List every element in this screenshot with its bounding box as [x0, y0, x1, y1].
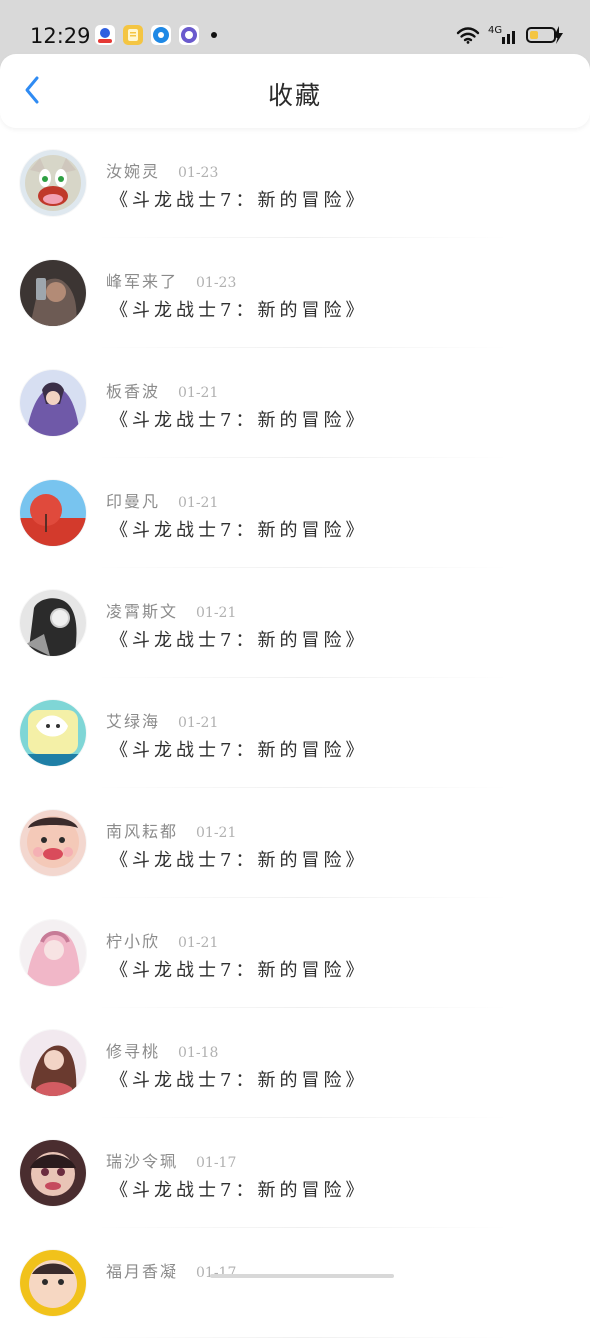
item-title: 《斗龙战士7：新的冒险》: [110, 850, 368, 871]
notification-dot: [211, 32, 217, 38]
item-date: 01-21: [178, 935, 219, 951]
favorite-item-5[interactable]: 凌霄斯文 01-21 《斗龙战士7：新的冒险》: [0, 568, 590, 678]
favorite-item-7[interactable]: 南风耘都 01-21 《斗龙战士7：新的冒险》: [0, 788, 590, 898]
page-header: 收藏: [0, 54, 590, 128]
item-meta: 修寻桃 01-18: [106, 1038, 218, 1062]
item-title: 《斗龙战士7：新的冒险》: [110, 190, 368, 211]
item-date: 01-21: [178, 495, 219, 511]
favorite-item-10[interactable]: 瑞沙令珮 01-17 《斗龙战士7：新的冒险》: [0, 1118, 590, 1228]
item-title: 《斗龙战士7：新的冒险》: [110, 300, 368, 321]
favorite-item-2[interactable]: 峰军来了 01-23 《斗龙战士7：新的冒险》: [0, 238, 590, 348]
item-meta: 板香波 01-21: [106, 378, 218, 402]
user-name: 峰军来了: [106, 272, 179, 291]
user-name: 福月香凝: [106, 1262, 179, 1281]
home-indicator: [210, 1274, 394, 1278]
avatar: [20, 1140, 86, 1206]
item-date: 01-23: [178, 165, 219, 181]
item-date: 01-23: [196, 275, 237, 291]
user-name: 修寻桃: [106, 1042, 161, 1061]
avatar: [20, 150, 86, 216]
item-meta: 汝婉灵 01-23: [106, 158, 218, 182]
item-meta: 福月香凝 01-17: [106, 1258, 236, 1282]
user-name: 瑞沙令珮: [106, 1152, 179, 1171]
avatar: [20, 810, 86, 876]
status-app-icons: [95, 25, 217, 45]
avatar: [20, 1250, 86, 1316]
item-meta: 凌霄斯文 01-21: [106, 598, 236, 622]
item-meta: 印曼凡 01-21: [106, 488, 218, 512]
item-date: 01-17: [196, 1155, 237, 1171]
item-meta: 瑞沙令珮 01-17: [106, 1148, 236, 1172]
item-title: 《斗龙战士7：新的冒险》: [110, 410, 368, 431]
user-name: 板香波: [106, 382, 161, 401]
user-name: 南风耘都: [106, 822, 179, 841]
user-name: 印曼凡: [106, 492, 161, 511]
avatar: [20, 480, 86, 546]
item-title: 《斗龙战士7：新的冒险》: [110, 1070, 368, 1091]
item-date: 01-17: [196, 1265, 237, 1281]
avatar: [20, 700, 86, 766]
item-date: 01-21: [196, 605, 237, 621]
favorite-item-6[interactable]: 艾绿海 01-21 《斗龙战士7：新的冒险》: [0, 678, 590, 788]
notes-app-icon: [123, 25, 143, 45]
avatar: [20, 920, 86, 986]
avatar: [20, 590, 86, 656]
favorite-item-9[interactable]: 修寻桃 01-18 《斗龙战士7：新的冒险》: [0, 1008, 590, 1118]
battery-icon: [526, 26, 563, 44]
avatar: [20, 370, 86, 436]
favorite-item-8[interactable]: 柠小欣 01-21 《斗龙战士7：新的冒险》: [0, 898, 590, 1008]
item-date: 01-21: [178, 715, 219, 731]
signal-icon: 4G: [488, 25, 518, 45]
favorites-list: 汝婉灵 01-23 《斗龙战士7：新的冒险》 峰军来了 01-23 《斗龙战士7…: [0, 128, 590, 1338]
status-right: 4G: [456, 25, 564, 45]
user-name: 汝婉灵: [106, 162, 161, 181]
favorite-item-1[interactable]: 汝婉灵 01-23 《斗龙战士7：新的冒险》: [0, 128, 590, 238]
item-meta: 柠小欣 01-21: [106, 928, 218, 952]
item-meta: 艾绿海 01-21: [106, 708, 218, 732]
item-meta: 峰军来了 01-23: [106, 268, 236, 292]
item-title: 《斗龙战士7：新的冒险》: [110, 520, 368, 541]
item-title: 《斗龙战士7：新的冒险》: [110, 1180, 368, 1201]
browser-app-icon: [151, 25, 171, 45]
avatar: [20, 260, 86, 326]
item-meta: 南风耘都 01-21: [106, 818, 236, 842]
avatar: [20, 1030, 86, 1096]
item-title: 《斗龙战士7：新的冒险》: [110, 630, 368, 651]
item-date: 01-18: [178, 1045, 219, 1061]
user-name: 柠小欣: [106, 932, 161, 951]
baidu-app-icon: [95, 25, 115, 45]
camera-app-icon: [179, 25, 199, 45]
wifi-icon: [456, 27, 480, 44]
user-name: 艾绿海: [106, 712, 161, 731]
item-title: 《斗龙战士7：新的冒险》: [110, 960, 368, 981]
favorite-item-4[interactable]: 印曼凡 01-21 《斗龙战士7：新的冒险》: [0, 458, 590, 568]
user-name: 凌霄斯文: [106, 602, 179, 621]
item-title: 《斗龙战士7：新的冒险》: [110, 740, 368, 761]
favorite-item-11[interactable]: 福月香凝 01-17: [0, 1228, 590, 1338]
item-date: 01-21: [196, 825, 237, 841]
favorite-item-3[interactable]: 板香波 01-21 《斗龙战士7：新的冒险》: [0, 348, 590, 458]
status-time: 12:29: [30, 24, 91, 48]
page-title: 收藏: [267, 81, 322, 110]
item-date: 01-21: [178, 385, 219, 401]
